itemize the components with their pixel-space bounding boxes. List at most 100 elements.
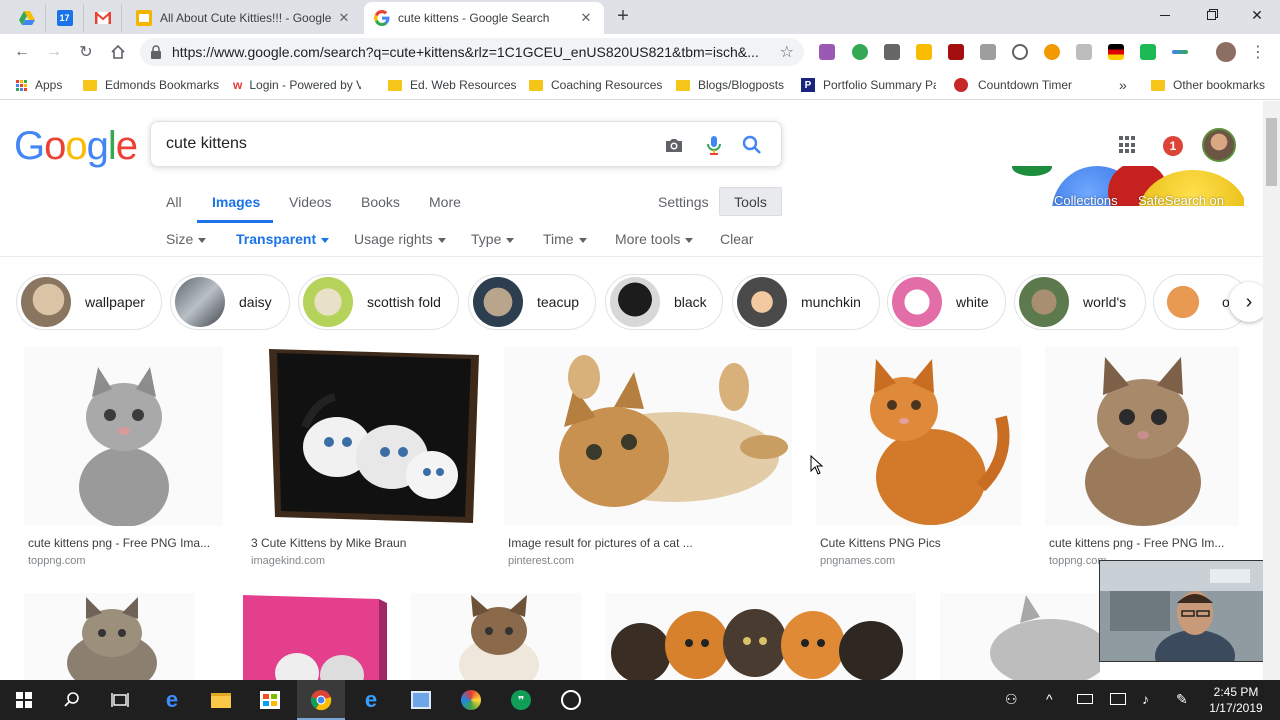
- tab-videos[interactable]: Videos: [289, 194, 332, 210]
- bookmark-login[interactable]: w Login - Powered by V: [233, 76, 361, 94]
- google-apps-icon[interactable]: [1119, 136, 1137, 154]
- taskbar-file-explorer[interactable]: [209, 688, 233, 712]
- chip-worlds[interactable]: world's: [1014, 274, 1146, 330]
- google-logo[interactable]: Google: [14, 124, 138, 169]
- extension-tw-icon[interactable]: [819, 44, 835, 60]
- result-image[interactable]: [1045, 347, 1239, 526]
- taskbar-ie[interactable]: e: [359, 687, 383, 712]
- tab-all[interactable]: All: [166, 194, 182, 210]
- tools-button[interactable]: Tools: [719, 187, 782, 216]
- result-image[interactable]: [605, 593, 916, 680]
- extension-orange-icon[interactable]: [1044, 44, 1060, 60]
- back-button[interactable]: ←: [10, 40, 34, 64]
- safesearch-link[interactable]: SafeSearch on: [1138, 193, 1224, 206]
- bookmark-other[interactable]: Other bookmarks: [1151, 76, 1265, 94]
- extension-gray-icon[interactable]: [980, 44, 996, 60]
- close-tab-icon[interactable]: ✕: [336, 10, 352, 26]
- volume-icon[interactable]: ♪: [1142, 691, 1149, 707]
- chip-teacup[interactable]: teacup: [468, 274, 596, 330]
- chip-scottish-fold[interactable]: scottish fold: [298, 274, 459, 330]
- result-image[interactable]: [24, 593, 194, 680]
- show-hidden-icons-icon[interactable]: ^: [1046, 691, 1053, 707]
- filter-size[interactable]: Size: [166, 231, 207, 247]
- result-source[interactable]: imagekind.com: [251, 555, 325, 567]
- people-icon[interactable]: ⚇: [1005, 691, 1018, 708]
- start-button[interactable]: [12, 688, 36, 712]
- taskbar-hangouts[interactable]: ❞: [509, 688, 533, 712]
- address-bar[interactable]: https://www.google.com/search?q=cute+kit…: [140, 38, 804, 66]
- scrollbar-thumb[interactable]: [1266, 118, 1277, 186]
- bookmark-apps[interactable]: Apps: [16, 76, 62, 94]
- close-window-button[interactable]: ✕: [1234, 0, 1280, 30]
- browser-tab-search[interactable]: cute kittens - Google Search ✕: [364, 2, 604, 34]
- system-clock[interactable]: 2:45 PM 1/17/2019: [1204, 684, 1268, 716]
- task-view-button[interactable]: [108, 688, 132, 712]
- new-tab-button[interactable]: +: [612, 6, 634, 28]
- browser-tab-slides[interactable]: All About Cute Kitties!!! - Google ✕: [126, 2, 362, 34]
- notification-badge[interactable]: 1: [1163, 136, 1183, 156]
- tab-images[interactable]: Images: [212, 194, 260, 210]
- bookmark-countdown[interactable]: Countdown Timer: [954, 76, 1072, 94]
- bookmarks-overflow-button[interactable]: »: [1119, 76, 1127, 94]
- chip-daisy[interactable]: daisy: [170, 274, 290, 330]
- chip-white[interactable]: white: [887, 274, 1006, 330]
- account-avatar[interactable]: [1202, 128, 1236, 162]
- tab-more[interactable]: More: [429, 194, 461, 210]
- filter-transparent[interactable]: Transparent: [236, 231, 330, 247]
- tab-books[interactable]: Books: [361, 194, 400, 210]
- extension-audio-icon[interactable]: [884, 44, 900, 60]
- camera-icon[interactable]: [663, 134, 685, 156]
- pen-icon[interactable]: ✎: [1176, 691, 1188, 708]
- reload-button[interactable]: ↻: [74, 40, 98, 64]
- result-source[interactable]: pinterest.com: [508, 555, 574, 567]
- extension-flag-icon[interactable]: [1108, 44, 1124, 60]
- result-title[interactable]: cute kittens png - Free PNG Ima...: [28, 536, 220, 550]
- chip-black[interactable]: black: [605, 274, 723, 330]
- result-image[interactable]: [816, 347, 1021, 526]
- taskbar-app-blue[interactable]: [409, 688, 433, 712]
- bookmark-star-icon[interactable]: ☆: [780, 42, 794, 62]
- result-source[interactable]: toppng.com: [28, 555, 85, 567]
- collections-link[interactable]: Collections: [1054, 193, 1118, 206]
- filter-type[interactable]: Type: [471, 231, 515, 247]
- profile-avatar-icon[interactable]: [1216, 42, 1236, 62]
- result-image[interactable]: [217, 593, 387, 680]
- search-box[interactable]: [150, 121, 782, 167]
- home-button[interactable]: [106, 40, 130, 64]
- extension-line-icon[interactable]: [1172, 50, 1188, 54]
- extension-shield-icon[interactable]: [948, 44, 964, 60]
- extension-hq-icon[interactable]: [1076, 44, 1092, 60]
- search-icon[interactable]: [741, 134, 763, 156]
- bookmark-portfolio[interactable]: P Portfolio Summary Pa: [801, 76, 936, 94]
- result-image[interactable]: [24, 347, 223, 526]
- result-image[interactable]: [411, 593, 581, 680]
- result-title[interactable]: cute kittens png - Free PNG Im...: [1049, 536, 1237, 550]
- extension-keep-icon[interactable]: [916, 44, 932, 60]
- page-scrollbar[interactable]: [1263, 101, 1280, 680]
- result-image[interactable]: [504, 347, 792, 526]
- extension-green-icon[interactable]: [1140, 44, 1156, 60]
- menu-button[interactable]: ⋮: [1246, 40, 1270, 64]
- result-title[interactable]: Cute Kittens PNG Pics: [820, 536, 1018, 550]
- filter-more-tools[interactable]: More tools: [615, 231, 694, 247]
- taskbar-obs[interactable]: [559, 688, 583, 712]
- result-image[interactable]: [247, 347, 480, 526]
- bookmark-ed-web[interactable]: Ed. Web Resources: [388, 76, 517, 94]
- microphone-icon[interactable]: [703, 134, 725, 156]
- bookmark-blogs[interactable]: Blogs/Blogposts: [676, 76, 784, 94]
- doodle-banner[interactable]: Collections SafeSearch on: [1012, 166, 1244, 206]
- clear-filters-link[interactable]: Clear: [720, 231, 753, 247]
- filter-time[interactable]: Time: [543, 231, 587, 247]
- chip-munchkin[interactable]: munchkin: [732, 274, 880, 330]
- result-image[interactable]: [940, 593, 1100, 680]
- forward-button[interactable]: →: [42, 40, 66, 64]
- restore-button[interactable]: [1188, 0, 1234, 30]
- search-input[interactable]: [166, 135, 646, 153]
- result-title[interactable]: 3 Cute Kittens by Mike Braun: [251, 536, 477, 550]
- taskbar-chrome[interactable]: [309, 688, 333, 712]
- result-title[interactable]: Image result for pictures of a cat ...: [508, 536, 788, 550]
- bookmark-edmonds[interactable]: Edmonds Bookmarks: [83, 76, 219, 94]
- extension-hangouts-icon[interactable]: [852, 44, 868, 60]
- chip-wallpaper[interactable]: wallpaper: [16, 274, 162, 330]
- settings-link[interactable]: Settings: [658, 194, 709, 210]
